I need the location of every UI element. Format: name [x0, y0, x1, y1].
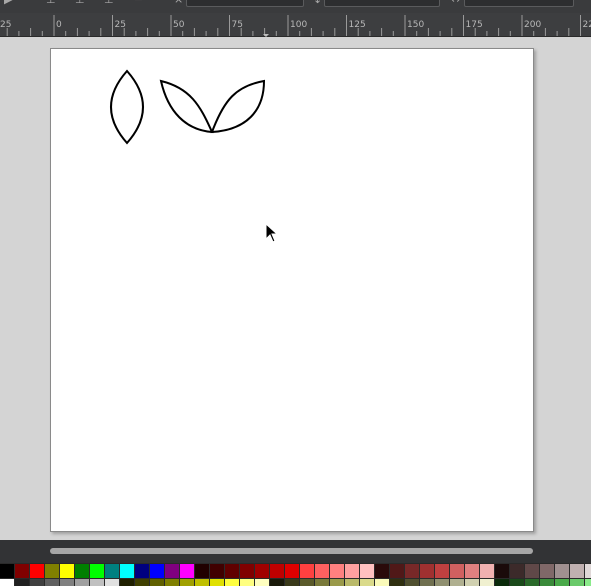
color-swatch[interactable] [330, 564, 344, 578]
color-swatch[interactable] [375, 564, 389, 578]
color-swatch[interactable] [375, 579, 389, 586]
color-swatch[interactable] [315, 579, 329, 586]
color-swatch[interactable] [240, 564, 254, 578]
color-swatch[interactable] [225, 579, 239, 586]
mouse-pointer-icon [265, 223, 279, 243]
color-swatch[interactable] [225, 564, 239, 578]
color-swatch[interactable] [300, 564, 314, 578]
color-swatch[interactable] [75, 564, 89, 578]
color-swatch[interactable] [60, 564, 74, 578]
color-swatch[interactable] [45, 564, 59, 578]
color-swatch[interactable] [150, 579, 164, 586]
color-swatch[interactable] [510, 579, 524, 586]
color-palette [0, 563, 591, 586]
color-swatch[interactable] [405, 579, 419, 586]
left-leaf-shape[interactable] [159, 79, 214, 134]
color-swatch[interactable] [255, 564, 269, 578]
color-swatch[interactable] [105, 579, 119, 586]
color-swatch[interactable] [270, 564, 284, 578]
color-swatch[interactable] [390, 564, 404, 578]
color-swatch[interactable] [585, 564, 591, 578]
vertical-leaf-shape[interactable] [110, 69, 144, 145]
color-swatch[interactable] [30, 579, 44, 586]
color-swatch[interactable] [0, 579, 14, 586]
palette-row-2 [0, 579, 591, 586]
color-swatch[interactable] [105, 564, 119, 578]
color-swatch[interactable] [90, 564, 104, 578]
color-swatch[interactable] [435, 579, 449, 586]
color-swatch[interactable] [0, 564, 14, 578]
color-swatch[interactable] [345, 579, 359, 586]
color-swatch[interactable] [15, 564, 29, 578]
color-swatch[interactable] [240, 579, 254, 586]
color-swatch[interactable] [330, 579, 344, 586]
color-swatch[interactable] [465, 564, 479, 578]
color-swatch[interactable] [195, 564, 209, 578]
color-swatch[interactable] [180, 564, 194, 578]
color-swatch[interactable] [420, 564, 434, 578]
color-swatch[interactable] [180, 579, 194, 586]
color-swatch[interactable] [15, 579, 29, 586]
color-swatch[interactable] [540, 579, 554, 586]
color-swatch[interactable] [120, 579, 134, 586]
color-swatch[interactable] [315, 564, 329, 578]
color-swatch[interactable] [345, 564, 359, 578]
color-swatch[interactable] [75, 579, 89, 586]
color-swatch[interactable] [210, 579, 224, 586]
color-swatch[interactable] [390, 579, 404, 586]
color-swatch[interactable] [210, 564, 224, 578]
color-swatch[interactable] [165, 564, 179, 578]
color-swatch[interactable] [495, 579, 509, 586]
color-swatch[interactable] [570, 564, 584, 578]
color-swatch[interactable] [90, 579, 104, 586]
color-swatch[interactable] [480, 564, 494, 578]
color-swatch[interactable] [30, 564, 44, 578]
color-swatch[interactable] [285, 579, 299, 586]
color-swatch[interactable] [135, 579, 149, 586]
color-swatch[interactable] [525, 579, 539, 586]
color-swatch[interactable] [495, 564, 509, 578]
horizontal-scrollbar-thumb[interactable] [50, 548, 533, 554]
color-swatch[interactable] [300, 579, 314, 586]
drawing-layer [110, 69, 266, 145]
color-swatch[interactable] [450, 564, 464, 578]
color-swatch[interactable] [255, 579, 269, 586]
color-swatch[interactable] [450, 579, 464, 586]
color-swatch[interactable] [420, 579, 434, 586]
color-swatch[interactable] [270, 579, 284, 586]
color-swatch[interactable] [165, 579, 179, 586]
color-swatch[interactable] [465, 579, 479, 586]
color-swatch[interactable] [360, 564, 374, 578]
color-swatch[interactable] [570, 579, 584, 586]
color-swatch[interactable] [480, 579, 494, 586]
color-swatch[interactable] [195, 579, 209, 586]
color-swatch[interactable] [510, 564, 524, 578]
color-swatch[interactable] [120, 564, 134, 578]
right-leaf-shape[interactable] [210, 79, 266, 134]
color-swatch[interactable] [525, 564, 539, 578]
color-swatch[interactable] [405, 564, 419, 578]
color-swatch[interactable] [285, 564, 299, 578]
color-swatch[interactable] [555, 579, 569, 586]
color-swatch[interactable] [540, 564, 554, 578]
color-swatch[interactable] [555, 564, 569, 578]
palette-row-1 [0, 564, 591, 578]
color-swatch[interactable] [135, 564, 149, 578]
color-swatch[interactable] [585, 579, 591, 586]
color-swatch[interactable] [360, 579, 374, 586]
color-swatch[interactable] [60, 579, 74, 586]
color-swatch[interactable] [150, 564, 164, 578]
color-swatch[interactable] [45, 579, 59, 586]
color-swatch[interactable] [435, 564, 449, 578]
